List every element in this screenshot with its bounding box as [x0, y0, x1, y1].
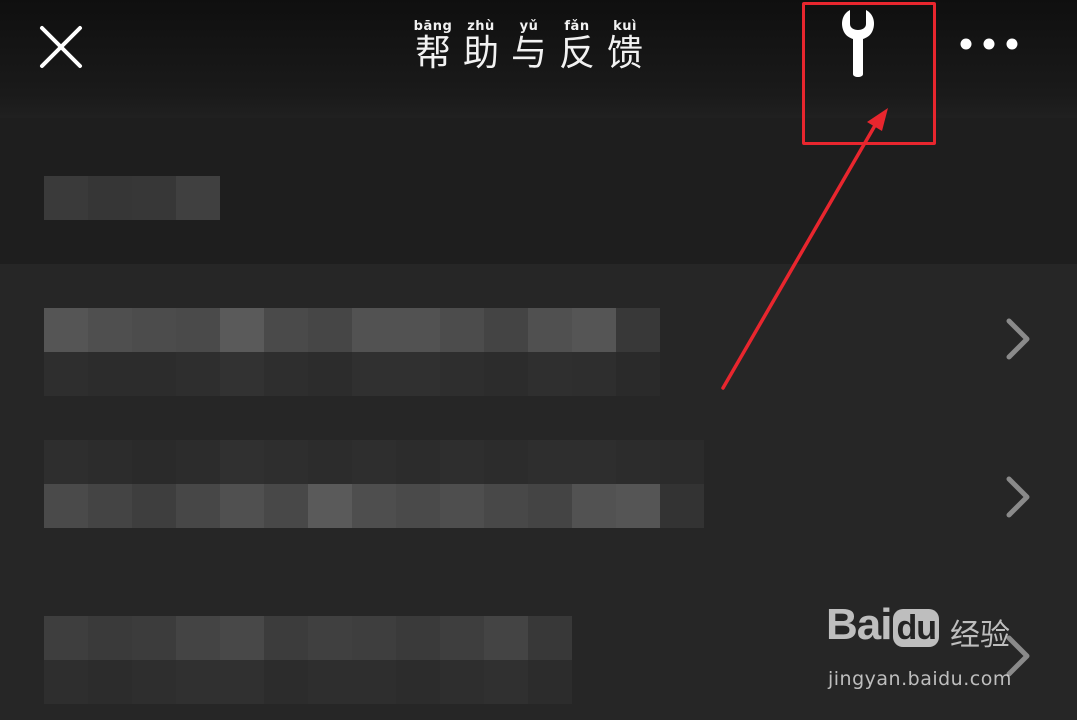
page-title: bāng 帮 zhù 助 yǔ 与 fǎn 反 kuì 馈 — [412, 20, 646, 74]
pixelated-item-text — [44, 440, 704, 528]
pixelated-section-title — [44, 176, 220, 220]
title-char: kuì 馈 — [604, 20, 646, 74]
pixelated-item-text — [44, 616, 572, 704]
title-hanzi: 助 — [462, 33, 499, 74]
more-button[interactable] — [958, 36, 1020, 52]
title-hanzi: 帮 — [414, 33, 451, 74]
title-hanzi: 与 — [510, 33, 547, 74]
title-char: fǎn 反 — [556, 20, 598, 74]
title-char: zhù 助 — [460, 20, 502, 74]
close-icon — [40, 26, 82, 68]
title-pinyin: zhù — [467, 19, 495, 34]
chevron-right-icon — [1006, 635, 1030, 677]
more-dots-icon — [960, 38, 1018, 50]
title-char: bāng 帮 — [412, 20, 454, 74]
top-navigation-bar: bāng 帮 zhù 助 yǔ 与 fǎn 反 kuì 馈 — [0, 0, 1077, 118]
title-pinyin: kuì — [613, 19, 637, 34]
title-hanzi: 馈 — [606, 33, 643, 74]
title-char: yǔ 与 — [508, 20, 550, 74]
chevron-right-icon — [1006, 476, 1030, 518]
tools-button[interactable] — [836, 6, 880, 80]
list-item[interactable] — [0, 264, 1077, 410]
close-button[interactable] — [36, 22, 86, 72]
chevron-right-icon — [1006, 318, 1030, 360]
wrench-icon — [842, 10, 874, 77]
title-hanzi: 反 — [558, 33, 595, 74]
pixelated-item-text — [44, 308, 660, 396]
title-pinyin: fǎn — [564, 19, 590, 34]
section-header — [0, 118, 1077, 264]
list-item[interactable] — [0, 410, 1077, 570]
title-pinyin: yǔ — [519, 19, 539, 34]
title-pinyin: bāng — [413, 19, 453, 34]
list-item[interactable] — [0, 570, 1077, 720]
